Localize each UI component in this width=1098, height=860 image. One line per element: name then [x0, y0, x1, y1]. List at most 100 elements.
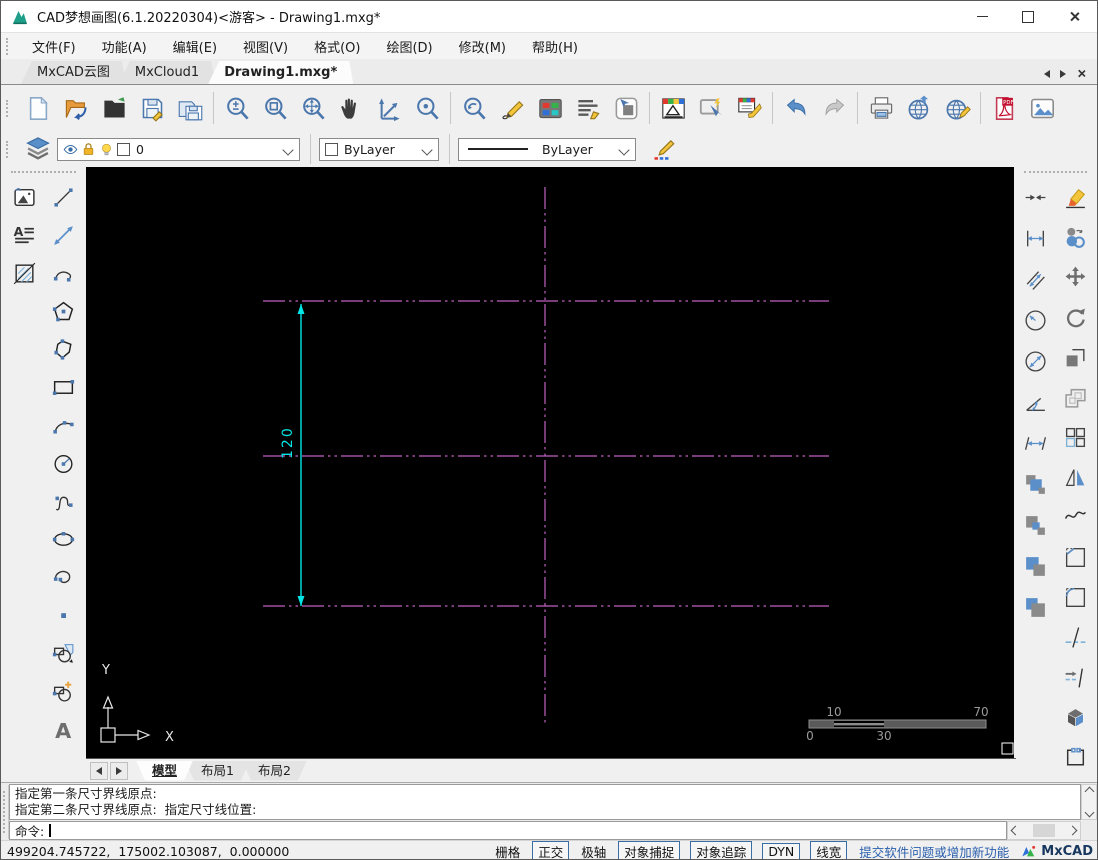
break-button[interactable]: [1057, 739, 1093, 775]
raster-image-button[interactable]: [6, 179, 42, 215]
canvas-resize-handle[interactable]: [1001, 742, 1014, 755]
save-button[interactable]: [133, 88, 171, 128]
rotate-button[interactable]: [1057, 299, 1093, 335]
menu-item-help[interactable]: 帮助(H): [519, 34, 591, 59]
toggle-otrack[interactable]: 对象追踪: [690, 840, 753, 859]
match-properties-button[interactable]: [730, 88, 768, 128]
drawing-canvas[interactable]: 120 Y X 10 70 0 30: [86, 167, 1016, 758]
edit-polyline-button[interactable]: [1057, 499, 1093, 535]
dim-continue-button[interactable]: [1017, 425, 1053, 461]
zoom-window-button[interactable]: [256, 88, 294, 128]
chamfer-button[interactable]: [1057, 539, 1093, 575]
open-drawing-button[interactable]: [57, 88, 95, 128]
export-pdf-button[interactable]: PDF: [985, 88, 1023, 128]
publish-web-button[interactable]: [900, 88, 938, 128]
linetype-combo[interactable]: ByLayer: [458, 137, 636, 161]
tab-close-button[interactable]: [1077, 69, 1086, 78]
menu-item-modify[interactable]: 修改(M): [446, 34, 519, 59]
dim-style-button[interactable]: [654, 88, 692, 128]
extend-button[interactable]: [1057, 659, 1093, 695]
dim-diameter-button[interactable]: [1017, 343, 1053, 379]
layer-combo[interactable]: 0: [57, 137, 300, 161]
hatch-button[interactable]: [6, 255, 42, 291]
color-combo[interactable]: ByLayer: [319, 137, 439, 161]
create-block-button[interactable]: [45, 673, 81, 709]
zoom-center-button[interactable]: [408, 88, 446, 128]
ellipse-button[interactable]: [45, 521, 81, 557]
command-input[interactable]: 命令:: [9, 821, 1007, 840]
properties-drag-handle[interactable]: [6, 140, 11, 158]
select-objects-button[interactable]: [692, 88, 730, 128]
fillet-button[interactable]: [1057, 579, 1093, 615]
open-folder-button[interactable]: [95, 88, 133, 128]
menu-item-function[interactable]: 功能(A): [89, 34, 160, 59]
color-pencil-button[interactable]: [646, 133, 684, 165]
draw-panel-drag-handle[interactable]: [11, 171, 76, 173]
toggle-polar[interactable]: 极轴: [579, 842, 608, 860]
copy-button[interactable]: [1057, 219, 1093, 255]
toggle-ortho[interactable]: 正交: [532, 840, 570, 859]
print-button[interactable]: [862, 88, 900, 128]
palette-button[interactable]: [531, 88, 569, 128]
mirror-button[interactable]: [1057, 459, 1093, 495]
array-button[interactable]: [1057, 419, 1093, 455]
toolbar-drag-handle[interactable]: [6, 99, 11, 117]
doc-tab-drawing1[interactable]: Drawing1.mxg*: [208, 61, 353, 84]
multiline-text-button[interactable]: A: [6, 217, 42, 253]
save-as-button[interactable]: [171, 88, 209, 128]
trim-button[interactable]: [1057, 619, 1093, 655]
menu-drag-handle[interactable]: [6, 37, 11, 55]
construction-line-button[interactable]: [45, 217, 81, 253]
spline-button[interactable]: [45, 483, 81, 519]
doc-tab-mxcloud1[interactable]: MxCloud1: [119, 61, 215, 84]
circle-button[interactable]: [45, 445, 81, 481]
move-button[interactable]: [1057, 259, 1093, 295]
ray-arc-button[interactable]: [45, 255, 81, 291]
insert-image-button[interactable]: [1023, 88, 1061, 128]
feedback-link[interactable]: 提交软件问题或增加新功能: [859, 842, 1009, 860]
menu-item-draw[interactable]: 绘图(D): [373, 34, 445, 59]
erase-button[interactable]: [1057, 179, 1093, 215]
draw-order-above-button[interactable]: [1017, 548, 1053, 584]
menu-item-format[interactable]: 格式(O): [301, 34, 373, 59]
redo-button[interactable]: [815, 88, 853, 128]
minimize-button[interactable]: [959, 1, 1005, 32]
sheet-tab-layout2[interactable]: 布局2: [242, 761, 307, 781]
revision-arc-button[interactable]: [45, 559, 81, 595]
draw-order-back-button[interactable]: [1017, 507, 1053, 543]
undo-button[interactable]: [777, 88, 815, 128]
zoom-extents-button[interactable]: [294, 88, 332, 128]
menu-item-file[interactable]: 文件(F): [19, 34, 89, 59]
polygon-button[interactable]: [45, 293, 81, 329]
zoom-previous-button[interactable]: [455, 88, 493, 128]
hscroll-thumb[interactable]: [1033, 824, 1055, 837]
toggle-lineweight[interactable]: 线宽: [810, 840, 848, 859]
axes-button[interactable]: [370, 88, 408, 128]
single-text-button[interactable]: A: [45, 711, 81, 747]
menu-item-view[interactable]: 视图(V): [230, 34, 301, 59]
layers-button[interactable]: [19, 133, 57, 165]
sketch-button[interactable]: [493, 88, 531, 128]
dim-linear-button[interactable]: [1017, 220, 1053, 256]
irregular-polygon-button[interactable]: [45, 331, 81, 367]
pan-button[interactable]: [332, 88, 370, 128]
sheet-tab-model[interactable]: 模型: [136, 761, 193, 781]
text-style-button[interactable]: [569, 88, 607, 128]
rectangle-button[interactable]: [45, 369, 81, 405]
tab-scroll-left-button[interactable]: [1044, 69, 1050, 78]
menu-item-edit[interactable]: 编辑(E): [160, 34, 230, 59]
new-file-button[interactable]: [19, 88, 57, 128]
explode-button[interactable]: [1057, 699, 1093, 735]
line-button[interactable]: [45, 179, 81, 215]
dim-quick-button[interactable]: [1017, 179, 1053, 215]
point-button[interactable]: [45, 597, 81, 633]
edit-web-button[interactable]: [938, 88, 976, 128]
doc-tab-mxcad-cloud[interactable]: MxCAD云图: [21, 61, 126, 84]
toggle-osnap[interactable]: 对象捕捉: [618, 840, 681, 859]
command-drag-handle[interactable]: [1, 785, 9, 839]
zoom-dynamic-button[interactable]: [218, 88, 256, 128]
maximize-button[interactable]: [1005, 1, 1051, 32]
draw-order-front-button[interactable]: [1017, 466, 1053, 502]
stretch-button[interactable]: [1057, 339, 1093, 375]
toggle-dyn[interactable]: DYN: [762, 842, 801, 859]
